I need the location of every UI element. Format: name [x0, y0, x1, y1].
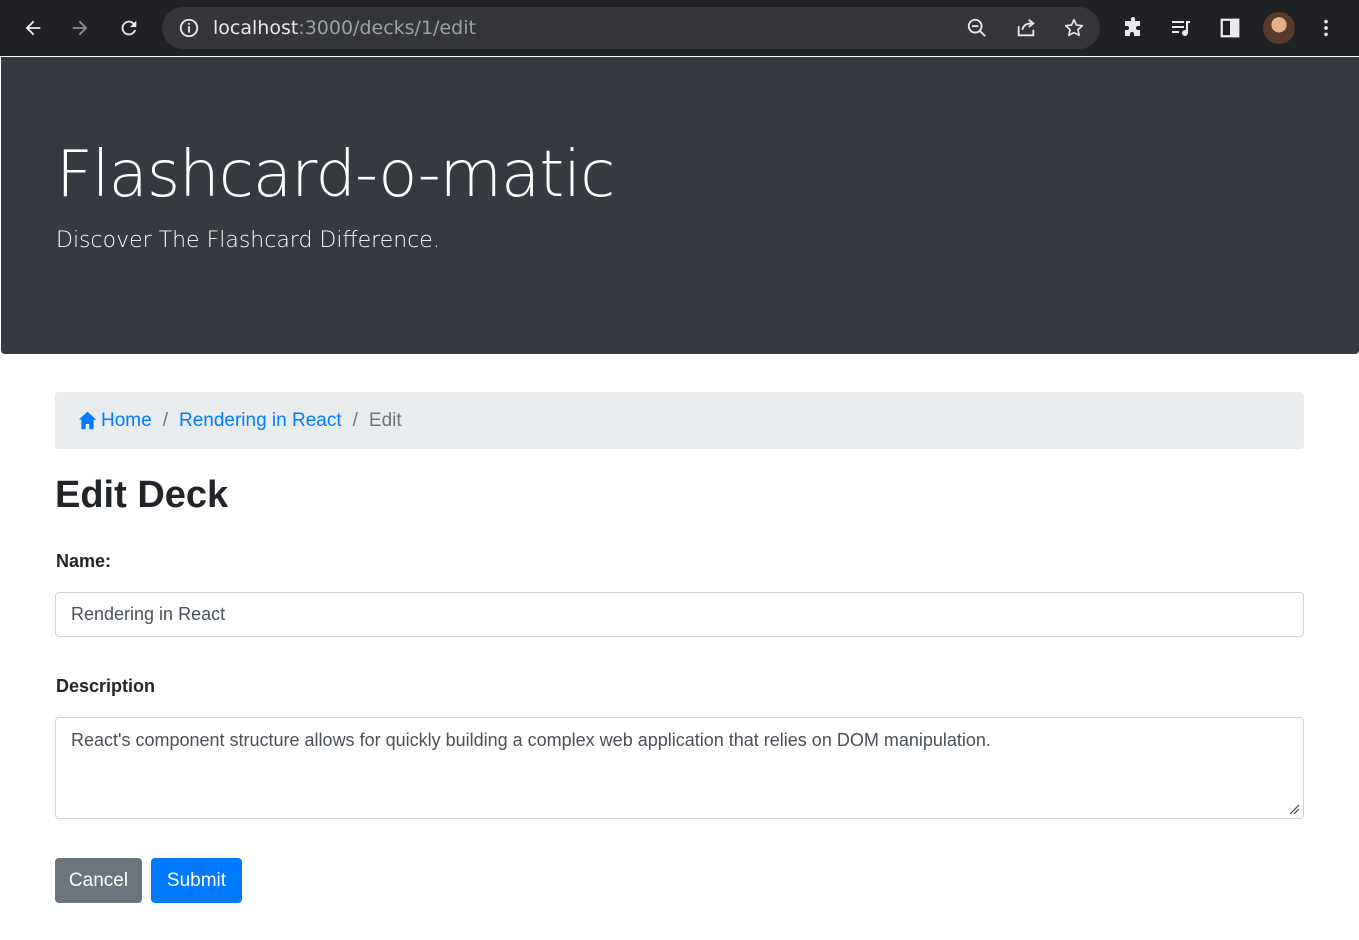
arrow-left-icon — [25, 20, 41, 36]
name-label: Name: — [56, 551, 112, 571]
breadcrumb-separator: / — [162, 409, 168, 431]
cancel-button[interactable]: Cancel — [55, 858, 142, 903]
description-text: React's component structure allows for q… — [71, 730, 991, 750]
more-vert-icon — [1324, 19, 1328, 37]
home-icon — [78, 411, 97, 430]
breadcrumb-home-link[interactable]: Home — [77, 410, 152, 432]
breadcrumb-home-label: Home — [101, 409, 152, 431]
puzzle-icon — [1125, 17, 1140, 36]
breadcrumb-deck-link[interactable]: Rendering in React — [179, 410, 342, 432]
side-panel-button[interactable] — [1212, 10, 1248, 46]
app-title: Flashcard-o-matic — [56, 138, 615, 212]
description-textarea[interactable]: React's component structure allows for q… — [55, 717, 1304, 819]
share-icon[interactable] — [1014, 16, 1038, 40]
resize-handle-icon[interactable] — [1288, 803, 1300, 815]
extensions-button[interactable] — [1116, 10, 1152, 46]
reload-icon — [121, 20, 137, 36]
site-info-icon[interactable] — [177, 16, 201, 40]
header-jumbotron: Flashcard-o-matic Discover The Flashcard… — [1, 57, 1359, 354]
breadcrumb-separator: / — [352, 409, 358, 431]
breadcrumb: Home / Rendering in React / Edit — [55, 392, 1304, 449]
menu-button[interactable] — [1308, 10, 1344, 46]
submit-button[interactable]: Submit — [151, 858, 242, 903]
side-panel-icon — [1220, 18, 1240, 38]
browser-toolbar: localhost:3000/decks/1/edit — [0, 0, 1359, 56]
url-host: localhost — [213, 17, 299, 39]
forward-button[interactable] — [62, 10, 98, 46]
profile-avatar[interactable] — [1263, 12, 1295, 44]
zoom-icon[interactable] — [965, 16, 989, 40]
back-button[interactable] — [15, 10, 51, 46]
media-button[interactable] — [1163, 10, 1199, 46]
reload-button[interactable] — [111, 10, 147, 46]
page-title: Edit Deck — [55, 474, 229, 516]
star-icon[interactable] — [1062, 16, 1086, 40]
breadcrumb-current: Edit — [368, 409, 402, 431]
name-input[interactable]: Rendering in React — [55, 592, 1304, 637]
description-label: Description — [56, 676, 156, 696]
arrow-right-icon — [72, 20, 88, 36]
url-text[interactable]: localhost:3000/decks/1/edit — [213, 17, 476, 39]
url-path: :3000/decks/1/edit — [298, 17, 476, 39]
playlist-icon — [1172, 21, 1190, 37]
app-subtitle: Discover The Flashcard Difference. — [56, 228, 440, 253]
address-bar[interactable]: localhost:3000/decks/1/edit — [162, 7, 1100, 49]
